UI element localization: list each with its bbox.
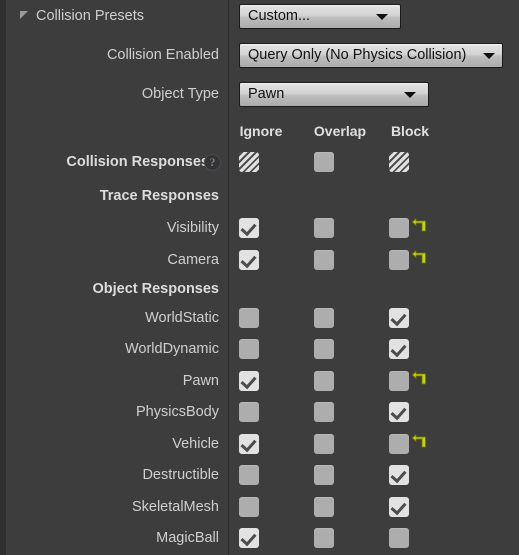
checkbox-worlddynamic-block[interactable] bbox=[389, 339, 409, 359]
collision-presets-value: Custom... bbox=[248, 8, 311, 24]
checkbox-skeletalmesh-block[interactable] bbox=[389, 497, 409, 517]
collision-presets-dropdown[interactable]: Custom... bbox=[239, 4, 401, 29]
group-title: Object Responses bbox=[92, 281, 219, 297]
revert-arrow-icon[interactable] bbox=[412, 250, 426, 266]
revert-arrow-icon[interactable] bbox=[412, 434, 426, 450]
row-label: Vehicle bbox=[172, 436, 219, 452]
column-header-overlap: Overlap bbox=[313, 123, 367, 139]
row-label: Destructible bbox=[142, 467, 219, 483]
checkbox-camera-ignore[interactable] bbox=[239, 250, 259, 270]
checkbox-pawn-overlap[interactable] bbox=[314, 371, 334, 391]
row-label: Visibility bbox=[166, 220, 219, 236]
row-worldstatic: WorldStatic bbox=[6, 302, 519, 334]
help-question-icon[interactable]: ? bbox=[204, 154, 221, 171]
row-magicball: MagicBall bbox=[6, 522, 519, 554]
checkbox-collision-responses-ignore[interactable] bbox=[239, 152, 259, 172]
checkbox-worlddynamic-ignore[interactable] bbox=[239, 339, 259, 359]
row-skeletalmesh: SkeletalMesh bbox=[6, 491, 519, 523]
checkbox-camera-overlap[interactable] bbox=[314, 250, 334, 270]
row-object-type: Object Type Pawn bbox=[6, 78, 519, 110]
checkbox-pawn-block[interactable] bbox=[389, 371, 409, 391]
row-label: WorldDynamic bbox=[124, 341, 219, 357]
checkbox-destructible-block[interactable] bbox=[389, 465, 409, 485]
column-header-block: Block bbox=[390, 123, 430, 139]
checkbox-worldstatic-overlap[interactable] bbox=[314, 308, 334, 328]
checkbox-skeletalmesh-ignore[interactable] bbox=[239, 497, 259, 517]
group-header-trace-responses: Trace Responses bbox=[6, 180, 519, 212]
row-pawn: Pawn bbox=[6, 365, 519, 397]
triangle-expanded-icon[interactable] bbox=[19, 10, 29, 20]
row-label: SkeletalMesh bbox=[131, 499, 219, 515]
group-header-object-responses: Object Responses bbox=[6, 273, 519, 305]
checkbox-physicsbody-block[interactable] bbox=[389, 402, 409, 422]
chevron-down-icon bbox=[404, 92, 416, 98]
revert-arrow-icon[interactable] bbox=[412, 218, 426, 234]
row-physicsbody: PhysicsBody bbox=[6, 396, 519, 428]
checkbox-worldstatic-block[interactable] bbox=[389, 308, 409, 328]
checkbox-visibility-ignore[interactable] bbox=[239, 218, 259, 238]
chevron-down-icon bbox=[483, 53, 495, 59]
row-column-headers: Ignore Overlap Block bbox=[6, 115, 519, 147]
row-collision-responses: Collision Responses ? bbox=[6, 146, 519, 178]
collision-settings-panel: Collision Presets Custom... Collision En… bbox=[0, 0, 519, 555]
checkbox-magicball-block[interactable] bbox=[389, 528, 409, 548]
checkbox-magicball-overlap[interactable] bbox=[314, 528, 334, 548]
object-type-value: Pawn bbox=[248, 86, 285, 102]
checkbox-collision-responses-overlap[interactable] bbox=[314, 152, 334, 172]
object-type-dropdown[interactable]: Pawn bbox=[239, 82, 429, 107]
row-visibility: Visibility bbox=[6, 212, 519, 244]
checkbox-worlddynamic-overlap[interactable] bbox=[314, 339, 334, 359]
collision-enabled-value: Query Only (No Physics Collision) bbox=[248, 47, 467, 63]
checkbox-skeletalmesh-overlap[interactable] bbox=[314, 497, 334, 517]
checkbox-camera-block[interactable] bbox=[389, 250, 409, 270]
checkbox-vehicle-block[interactable] bbox=[389, 434, 409, 454]
row-label: Camera bbox=[167, 252, 219, 268]
checkbox-vehicle-ignore[interactable] bbox=[239, 434, 259, 454]
row-vehicle: Vehicle bbox=[6, 428, 519, 460]
row-collision-presets: Collision Presets Custom... bbox=[6, 0, 519, 32]
checkbox-collision-responses-block[interactable] bbox=[389, 152, 409, 172]
checkbox-visibility-block[interactable] bbox=[389, 218, 409, 238]
collision-enabled-label: Collision Enabled bbox=[106, 47, 219, 63]
checkbox-physicsbody-ignore[interactable] bbox=[239, 402, 259, 422]
column-header-ignore: Ignore bbox=[239, 123, 283, 139]
page-title: Collision Presets bbox=[36, 8, 144, 24]
row-camera: Camera bbox=[6, 244, 519, 276]
revert-arrow-icon[interactable] bbox=[412, 371, 426, 387]
chevron-down-icon bbox=[376, 14, 388, 20]
collision-responses-label: Collision Responses bbox=[66, 154, 209, 170]
checkbox-visibility-overlap[interactable] bbox=[314, 218, 334, 238]
row-label: Pawn bbox=[182, 373, 219, 389]
group-title: Trace Responses bbox=[99, 188, 219, 204]
row-destructible: Destructible bbox=[6, 459, 519, 491]
checkbox-destructible-overlap[interactable] bbox=[314, 465, 334, 485]
collision-enabled-dropdown[interactable]: Query Only (No Physics Collision) bbox=[239, 43, 503, 68]
checkbox-destructible-ignore[interactable] bbox=[239, 465, 259, 485]
row-label: WorldStatic bbox=[145, 310, 219, 326]
checkbox-worldstatic-ignore[interactable] bbox=[239, 308, 259, 328]
checkbox-magicball-ignore[interactable] bbox=[239, 528, 259, 548]
row-label: MagicBall bbox=[156, 530, 219, 546]
row-collision-enabled: Collision Enabled Query Only (No Physics… bbox=[6, 39, 519, 71]
object-type-label: Object Type bbox=[141, 86, 219, 102]
checkbox-vehicle-overlap[interactable] bbox=[314, 434, 334, 454]
checkbox-physicsbody-overlap[interactable] bbox=[314, 402, 334, 422]
row-label: PhysicsBody bbox=[135, 404, 219, 420]
row-worlddynamic: WorldDynamic bbox=[6, 333, 519, 365]
checkbox-pawn-ignore[interactable] bbox=[239, 371, 259, 391]
